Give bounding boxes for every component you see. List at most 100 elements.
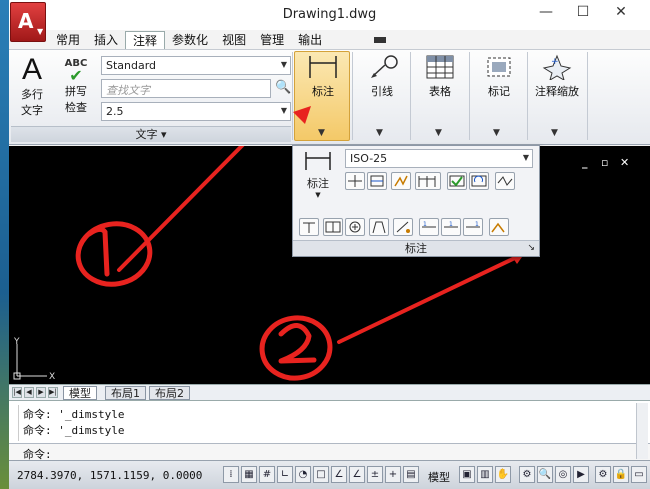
dimension-adjust-space-icon[interactable] (367, 172, 387, 190)
steering-wheel-icon[interactable]: ◎ (555, 466, 571, 483)
quick-view-drawings-icon[interactable]: ▥ (477, 466, 493, 483)
zoom-icon[interactable]: 🔍 (537, 466, 553, 483)
left-justify-icon[interactable]: 1 (419, 218, 439, 236)
command-history-line: 命令: '_dimstyle (23, 424, 125, 437)
annotation-scale-icon[interactable]: ⚙ (519, 466, 535, 483)
dimension-button[interactable]: 标注 (295, 54, 351, 99)
tab-home[interactable]: 常用 (49, 31, 87, 49)
inspect-icon[interactable] (447, 172, 467, 190)
chevron-down-icon[interactable]: ▼ (435, 128, 442, 138)
chevron-down-icon[interactable]: ▼ (318, 128, 325, 138)
svg-text:1: 1 (423, 221, 427, 228)
pan-icon[interactable]: ✋ (495, 466, 511, 483)
infer-constraints-icon[interactable]: ⁞ (223, 466, 239, 483)
dynamic-input-icon[interactable]: + (385, 466, 401, 483)
text-style-select[interactable]: Standard ▼ (101, 56, 291, 75)
right-justify-icon[interactable]: 1 (463, 218, 483, 236)
command-scrollbar[interactable] (636, 403, 648, 459)
next-layout-icon[interactable]: ▶ (36, 387, 46, 398)
dimension-label: 标注 (312, 85, 334, 98)
last-layout-icon[interactable]: ▶| (48, 387, 58, 398)
dimension-style-select[interactable]: ISO-25 ▼ (345, 149, 533, 168)
tab-manage[interactable]: 管理 (253, 31, 291, 49)
spell-label-2: 检查 (65, 101, 87, 114)
chevron-down-icon: ▼ (37, 27, 44, 36)
annotation-scaling-button[interactable]: + 注释缩放 (529, 54, 585, 99)
jogged-linear-icon[interactable] (495, 172, 515, 190)
coordinate-readout: 2784.3970, 1571.1159, 0.0000 (17, 469, 203, 482)
showmotion-icon[interactable]: ▶ (573, 466, 589, 483)
object-snap-icon[interactable]: □ (313, 466, 329, 483)
update-dimension-icon[interactable] (469, 172, 489, 190)
snap-mode-icon[interactable]: ▦ (241, 466, 257, 483)
quick-view-layouts-icon[interactable]: ▣ (459, 466, 475, 483)
minimize-button[interactable]: — (532, 4, 560, 24)
command-input[interactable]: 命令: (9, 443, 650, 461)
annoscale-label: 注释缩放 (535, 85, 579, 98)
tab-insert[interactable]: 插入 (87, 31, 125, 49)
ribbon-minimize-toggle[interactable] (374, 37, 386, 43)
mtext-button[interactable]: A 多行 文字 (13, 54, 51, 118)
lineweight-icon[interactable]: ▤ (403, 466, 419, 483)
polar-tracking-icon[interactable]: ◔ (295, 466, 311, 483)
ortho-mode-icon[interactable]: ∟ (277, 466, 293, 483)
chevron-down-icon[interactable]: ▼ (376, 128, 383, 138)
maximize-button[interactable]: ☐ (569, 4, 597, 24)
leader-button[interactable]: 引线 (354, 54, 410, 99)
chevron-down-icon: ▼ (280, 60, 287, 69)
dimension-break-icon[interactable] (345, 172, 365, 190)
tab-parametric[interactable]: 参数化 (165, 31, 215, 49)
find-text-input[interactable]: 查找文字 (101, 79, 271, 98)
center-justify-icon[interactable]: 1 (441, 218, 461, 236)
grid-display-icon[interactable]: # (259, 466, 275, 483)
divider (352, 52, 353, 140)
text-panel-label[interactable]: 文字 ▾ (11, 126, 291, 142)
clean-screen-icon[interactable]: ▭ (631, 466, 647, 483)
center-mark-icon[interactable] (345, 218, 365, 236)
leader-icon (371, 55, 398, 78)
override-icon[interactable] (489, 218, 509, 236)
markup-button[interactable]: 标记 (471, 54, 527, 99)
autocad-logo-icon: A (18, 9, 34, 33)
chevron-down-icon[interactable]: ▼ (493, 128, 500, 138)
command-window-grip[interactable] (11, 405, 19, 441)
dimension-jog-icon[interactable] (391, 172, 411, 190)
revision-cloud-icon (487, 57, 511, 77)
continue-dimension-icon[interactable] (415, 172, 441, 190)
workspace-switch-icon[interactable]: ⚙ (595, 466, 611, 483)
application-menu-button[interactable]: A ▼ (10, 2, 46, 42)
tab-layout2[interactable]: 布局2 (149, 386, 190, 400)
divider (410, 52, 411, 140)
tolerance-icon[interactable] (323, 218, 343, 236)
table-button[interactable]: 表格 (412, 54, 468, 99)
mtext-label-1: 多行 (21, 88, 43, 101)
prev-layout-icon[interactable]: ◀ (24, 387, 34, 398)
arrow-head-icon (293, 106, 311, 124)
text-angle-icon[interactable] (393, 218, 413, 236)
dynamic-ucs-icon[interactable]: ± (367, 466, 383, 483)
tab-model[interactable]: 模型 (63, 386, 97, 400)
dimension-panel-popup: 标注 ▼ ISO-25 ▼ 1 1 1 标注 ↘ (292, 145, 540, 257)
object-snap-tracking-icon[interactable]: ∠ (349, 466, 365, 483)
tab-layout1[interactable]: 布局1 (105, 386, 146, 400)
find-binoculars-icon[interactable]: 🔍 (275, 80, 291, 95)
text-height-value: 2.5 (106, 105, 124, 118)
layout-tab-bar: |◀ ◀ ▶ ▶| 模型 布局1 布局2 (9, 384, 650, 400)
close-button[interactable]: ✕ (607, 4, 635, 24)
chevron-down-icon[interactable]: ▼ (551, 128, 558, 138)
first-layout-icon[interactable]: |◀ (12, 387, 22, 398)
dimension-large-button[interactable]: 标注 ▼ (301, 150, 335, 199)
tab-annotate[interactable]: 注释 (125, 31, 166, 49)
text-height-select[interactable]: 2.5 ▼ (101, 102, 291, 121)
toolbar-lock-icon[interactable]: 🔒 (613, 466, 629, 483)
oblique-icon[interactable] (369, 218, 389, 236)
dimension-style-manager-icon[interactable] (299, 218, 319, 236)
chevron-down-icon: ▼ (522, 153, 529, 162)
3d-osnap-icon[interactable]: ∠ (331, 466, 347, 483)
tab-view[interactable]: 视图 (215, 31, 253, 49)
spell-check-button[interactable]: ABC ✔ 拼写 检查 (55, 58, 97, 115)
svg-text:1: 1 (475, 221, 479, 228)
dialog-launcher-icon[interactable]: ↘ (527, 241, 535, 256)
tab-output[interactable]: 输出 (291, 31, 329, 49)
model-space-label[interactable]: 模型 (428, 469, 450, 485)
